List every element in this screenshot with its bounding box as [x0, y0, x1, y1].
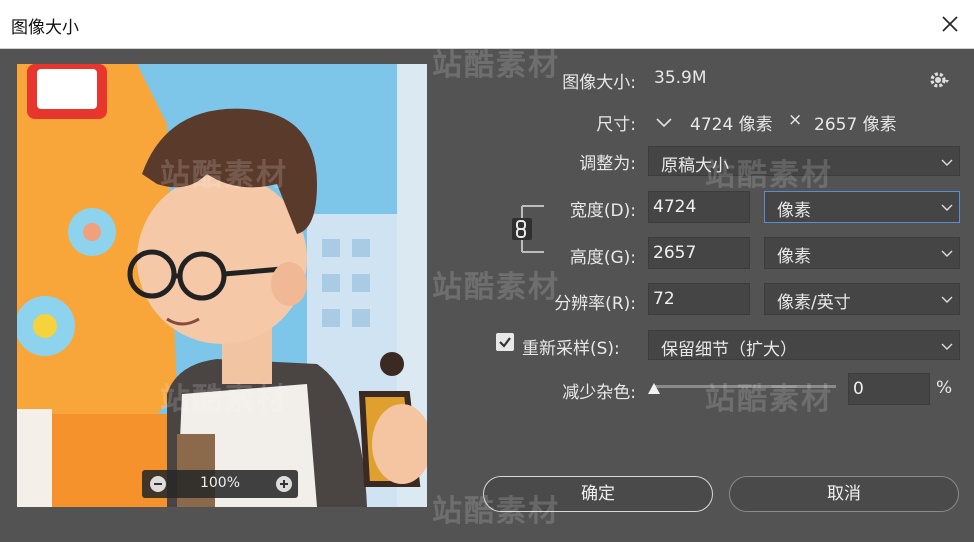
- checkmark-icon: [499, 337, 511, 348]
- height-input[interactable]: 2657: [648, 237, 750, 269]
- zoom-out-icon[interactable]: [149, 475, 167, 493]
- reduce-noise-value: 0: [853, 379, 864, 399]
- zoom-in-icon[interactable]: [275, 475, 293, 493]
- reduce-noise-slider-thumb[interactable]: [646, 381, 662, 397]
- dimension-width: 4724 像素: [690, 115, 773, 135]
- dimensions-dropdown-icon[interactable]: [654, 112, 674, 132]
- resolution-unit-value: 像素/英寸: [777, 293, 851, 313]
- chevron-down-icon: [941, 296, 953, 303]
- resample-checkbox[interactable]: [496, 333, 514, 351]
- chevron-down-icon: [941, 343, 953, 350]
- height-label: 高度(G):: [569, 248, 636, 268]
- dimension-times: ×: [788, 110, 803, 130]
- height-unit-select[interactable]: 像素: [764, 237, 960, 269]
- chevron-down-icon: [941, 250, 953, 257]
- chevron-down-icon: [941, 159, 953, 166]
- preview-illustration: [17, 64, 427, 507]
- zoom-control: 100%: [142, 470, 298, 498]
- resample-method-value: 保留细节（扩大）: [661, 340, 797, 360]
- width-input[interactable]: 4724: [648, 191, 750, 223]
- resolution-unit-select[interactable]: 像素/英寸: [764, 283, 960, 315]
- resolution-label: 分辨率(R):: [554, 294, 636, 314]
- reduce-noise-input[interactable]: 0: [848, 373, 930, 405]
- dimensions-label: 尺寸:: [596, 115, 636, 135]
- height-unit-value: 像素: [777, 247, 811, 267]
- cancel-button[interactable]: 取消: [729, 476, 959, 512]
- fit-to-value: 原稿大小: [661, 156, 729, 176]
- fit-to-select[interactable]: 原稿大小: [648, 146, 960, 176]
- resample-label: 重新采样(S):: [522, 339, 620, 359]
- fit-to-label: 调整为:: [579, 154, 636, 174]
- reduce-noise-slider-track[interactable]: [654, 385, 836, 388]
- chevron-down-icon: [941, 204, 953, 211]
- gear-icon[interactable]: [928, 69, 950, 91]
- width-unit-select[interactable]: 像素: [764, 191, 960, 223]
- image-preview[interactable]: [17, 64, 427, 507]
- reduce-noise-label: 减少杂色:: [562, 383, 636, 403]
- resolution-input[interactable]: 72: [648, 283, 750, 315]
- width-label: 宽度(D):: [569, 201, 636, 221]
- image-size-value: 35.9M: [654, 68, 707, 88]
- image-size-label: 图像大小:: [562, 73, 636, 93]
- zoom-level: 100%: [199, 475, 241, 491]
- ok-button[interactable]: 确定: [483, 476, 713, 512]
- reduce-noise-unit: %: [936, 378, 953, 398]
- close-icon[interactable]: [940, 14, 960, 34]
- resolution-value: 72: [653, 289, 675, 309]
- watermark: 站酷素材: [705, 382, 833, 417]
- width-unit-value: 像素: [777, 201, 811, 221]
- height-value: 2657: [653, 243, 697, 263]
- dimension-height: 2657 像素: [814, 115, 897, 135]
- title-bar: 图像大小: [0, 0, 974, 49]
- window-title: 图像大小: [11, 18, 79, 38]
- width-value: 4724: [653, 197, 697, 217]
- resample-method-select[interactable]: 保留细节（扩大）: [648, 330, 960, 360]
